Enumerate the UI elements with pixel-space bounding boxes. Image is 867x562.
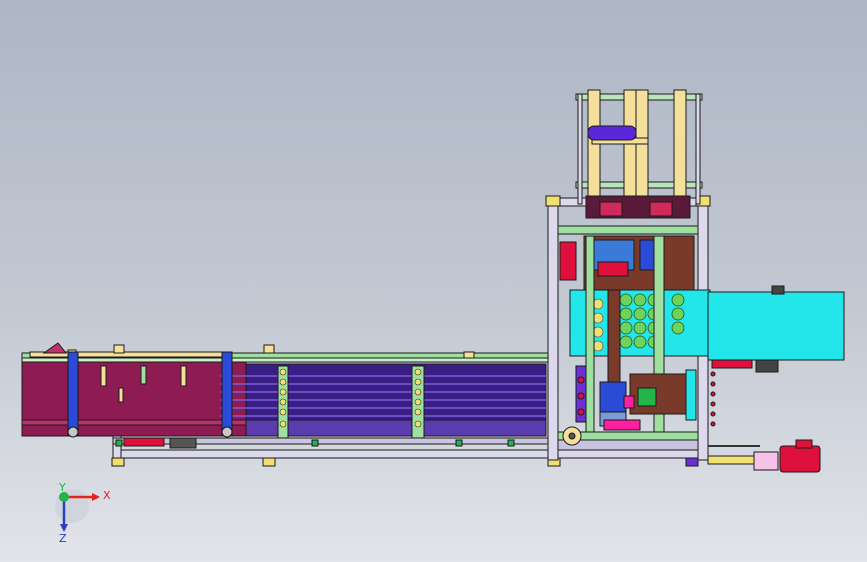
axis-z-label: Z xyxy=(59,532,67,545)
infeed-conveyor xyxy=(21,342,551,449)
axis-y-label: Y xyxy=(58,481,66,494)
lift-gantry xyxy=(575,89,703,219)
outfeed-housing xyxy=(707,285,845,427)
tower-internals xyxy=(559,235,711,446)
machine-assembly-drawing: X Y Z xyxy=(21,89,845,545)
axis-triad: X Y Z xyxy=(55,481,111,545)
cad-viewport[interactable]: X Y Z xyxy=(0,0,867,562)
drive-motor xyxy=(707,439,821,473)
axis-x-label: X xyxy=(103,489,111,502)
